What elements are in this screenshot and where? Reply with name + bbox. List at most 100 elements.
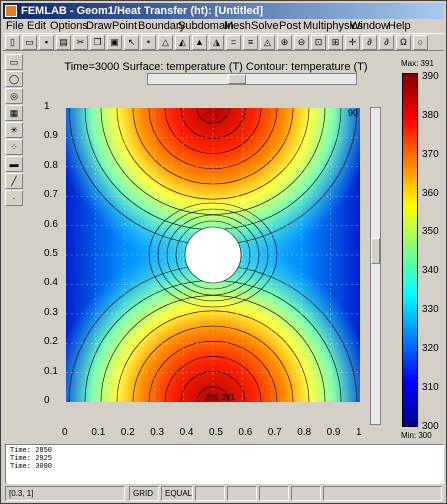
paste-icon[interactable]: ▣	[107, 35, 122, 50]
equation-icon[interactable]: ∂	[362, 35, 377, 50]
open-icon[interactable]: ▭	[22, 35, 37, 50]
new-icon[interactable]: ▯	[5, 35, 20, 50]
draw-toolbar: ▭ ◯ ◎ ▦ ✳ ⁘ ▬ ╱ ·	[5, 54, 25, 206]
point-grid-icon[interactable]: ⁘	[5, 139, 23, 155]
y-tick-label: 0.5	[44, 248, 58, 259]
status-slot[interactable]	[291, 486, 321, 501]
colorbar-tick-label: 350	[422, 226, 439, 238]
menu-help[interactable]: Help	[388, 19, 411, 33]
y-tick-label: 0.1	[44, 365, 58, 377]
colorbar-tick-label: 340	[422, 265, 439, 277]
toolbar: ▯ ▭ ▪ ▤ ✂ ❐ ▣ ↖ • △ ◭ ▲ ◮ = ≡ ◬ ⊕ ⊖ ⊡ ⊞ ✛ ∂ ∂ Ω ○	[3, 33, 444, 51]
colorbar-tick-label: 310	[422, 382, 439, 394]
mesh-init-icon[interactable]: ▲	[192, 35, 207, 50]
grid-icon[interactable]: ▦	[5, 105, 23, 121]
window-title: FEMLAB - Geom1/Heat Transfer (ht): [Unti…	[21, 5, 264, 17]
log-window[interactable]: Time: 2850 Time: 2925 Time: 3000	[5, 444, 444, 484]
colorbar-max-label: Max: 391	[401, 59, 434, 68]
y-tick-label: 0.8	[44, 159, 58, 171]
movie-icon[interactable]: ▬	[5, 156, 23, 172]
zoom-out-icon[interactable]: ⊖	[294, 35, 309, 50]
y-tick-label: 0.9	[44, 130, 58, 142]
x-tick-label: 0	[62, 427, 68, 438]
status-slot[interactable]	[227, 486, 257, 501]
boundary-mode-icon[interactable]: △	[158, 35, 173, 50]
menu-options[interactable]: Options	[50, 19, 88, 33]
menu-draw[interactable]: Draw	[86, 19, 112, 33]
colorbar-min-label: Min: 300	[401, 431, 432, 440]
restart-icon[interactable]: ≡	[243, 35, 258, 50]
x-tick-label: 0.1	[91, 427, 106, 438]
ellipse-icon[interactable]: ◯	[5, 71, 23, 87]
status-slot	[323, 486, 442, 501]
equal-toggle[interactable]: EQUAL	[161, 486, 193, 501]
zoom-window-icon[interactable]: ⊡	[311, 35, 326, 50]
select-icon[interactable]: ↖	[124, 35, 139, 50]
line-icon[interactable]: ╱	[5, 173, 23, 189]
status-bar: [0.3, 1] GRID EQUAL	[3, 486, 444, 502]
plot-title: Time=3000 Surface: temperature (T) Conto…	[64, 61, 368, 73]
circle-tool-icon[interactable]: ◎	[5, 88, 23, 104]
colorbar-tick-label: 380	[422, 109, 439, 121]
colorbar	[402, 73, 418, 427]
y-tick-label: 0	[44, 395, 50, 406]
title-bar: FEMLAB - Geom1/Heat Transfer (ht): [Unti…	[3, 3, 444, 19]
x-tick-label: 0.6	[238, 427, 253, 438]
save-icon[interactable]: ▪	[39, 35, 54, 50]
contour-label-top: 90	[348, 108, 358, 118]
plot-icon[interactable]: ◬	[260, 35, 275, 50]
zoom-in-icon[interactable]: ⊕	[277, 35, 292, 50]
colorbar-tick-label: 370	[422, 148, 439, 160]
point-mode-icon[interactable]: •	[141, 35, 156, 50]
grid-toggle[interactable]: GRID	[129, 486, 159, 501]
boundary-settings-icon[interactable]: ∂	[379, 35, 394, 50]
cut-icon[interactable]: ✂	[73, 35, 88, 50]
status-slot[interactable]	[195, 486, 225, 501]
y-tick-label: 0.3	[44, 306, 58, 318]
menu-window[interactable]: Window	[350, 19, 389, 33]
x-tick-label: 0.5	[209, 427, 223, 438]
femlab-app-icon	[5, 5, 17, 17]
refine-icon[interactable]: ✳	[5, 122, 23, 138]
scroll-thumb[interactable]	[371, 238, 380, 264]
mesh-refine-icon[interactable]: ◮	[209, 35, 224, 50]
y-tick-label: 0.7	[44, 189, 58, 201]
menu-solve[interactable]: Solve	[251, 19, 279, 33]
x-tick-label: 1	[356, 427, 362, 438]
vertical-scrollbar[interactable]	[370, 107, 381, 425]
plot-area[interactable]: 90 301.261	[66, 108, 360, 402]
menu-edit[interactable]: Edit	[27, 19, 46, 33]
scroll-thumb[interactable]	[228, 74, 246, 84]
colorbar-tick-label: 390	[422, 70, 439, 82]
horizontal-scrollbar[interactable]	[147, 73, 357, 85]
log-line: Time: 2925	[10, 455, 53, 463]
log-line: Time: 3000	[10, 463, 53, 471]
x-tick-label: 0.8	[297, 427, 312, 438]
colorbar-tick-label: 330	[422, 304, 439, 316]
status-slot[interactable]	[259, 486, 289, 501]
y-tick-label: 0.4	[44, 277, 58, 289]
menu-post[interactable]: Post	[279, 19, 301, 33]
solve-icon[interactable]: =	[226, 35, 241, 50]
copy-icon[interactable]: ❐	[90, 35, 105, 50]
x-tick-label: 0.4	[179, 427, 194, 438]
log-line: Time: 2850	[10, 447, 53, 455]
menu-point[interactable]: Point	[112, 19, 137, 33]
contour-label-bottom: 301.261	[206, 393, 235, 402]
subdomain-mode-icon[interactable]: ◭	[175, 35, 190, 50]
menu-file[interactable]: File	[6, 19, 24, 33]
rectangle-icon[interactable]: ▭	[5, 54, 23, 70]
point-icon[interactable]: ·	[5, 190, 23, 206]
coordinate-icon[interactable]: ✛	[345, 35, 360, 50]
x-tick-label: 0.3	[150, 427, 165, 438]
x-tick-label: 0.7	[267, 427, 282, 438]
constants-icon[interactable]: Ω	[396, 35, 411, 50]
circle-icon[interactable]: ○	[413, 35, 428, 50]
y-tick-label: 1	[44, 101, 50, 112]
zoom-extents-icon[interactable]: ⊞	[328, 35, 343, 50]
main-window: FEMLAB - Geom1/Heat Transfer (ht): [Unti…	[0, 0, 447, 504]
x-tick-label: 0.2	[120, 427, 135, 438]
print-icon[interactable]: ▤	[56, 35, 71, 50]
menu-mesh[interactable]: Mesh	[224, 19, 251, 33]
colorbar-tick-label: 360	[422, 187, 439, 199]
